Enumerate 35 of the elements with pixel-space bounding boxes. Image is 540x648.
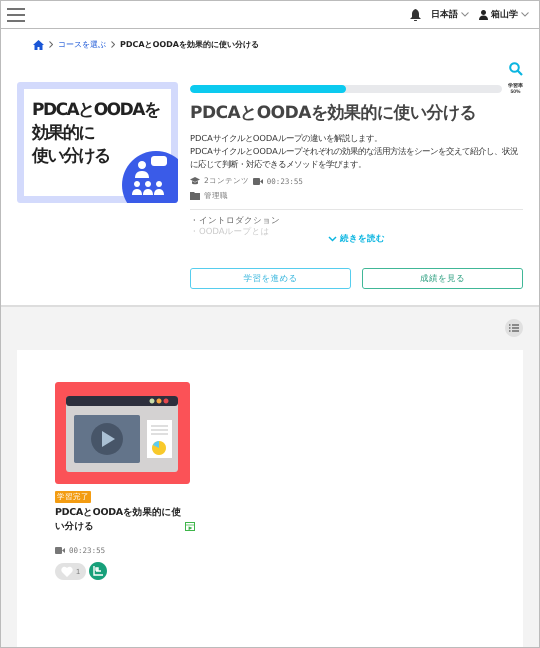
breadcrumb-current: PDCAとOODAを効果的に使い分ける: [120, 39, 259, 50]
read-more-link[interactable]: 続きを読む: [322, 232, 391, 246]
content-title: PDCAとOODAを効果的に使い分ける: [55, 506, 182, 534]
course-description: PDCAサイクルとOODAループの違いを解説します。: [190, 132, 383, 145]
list-view-button[interactable]: [505, 319, 523, 337]
video-player-drawing[interactable]: [55, 382, 190, 484]
folder-icon: [190, 192, 200, 200]
user-menu[interactable]: 箱山学: [479, 8, 529, 21]
action-button[interactable]: 成績を見る: [362, 268, 523, 289]
breadcrumb-link[interactable]: コースを選ぶ: [58, 39, 106, 50]
thumbnail-text: 使い分ける: [32, 145, 110, 168]
stats-button[interactable]: [89, 562, 108, 580]
video-camera-icon: [55, 547, 65, 554]
bell-icon[interactable]: [410, 8, 421, 20]
chevron-down-icon: [328, 236, 337, 242]
course-title: PDCAとOODAを効果的に使い分ける: [190, 102, 477, 124]
person-icon: [479, 10, 488, 20]
video-camera-icon: [252, 178, 263, 184]
thumbnail-text: 効果的に: [32, 122, 96, 145]
chevron-right-icon: [49, 41, 53, 48]
thumbnail-text: PDCAとOODAを: [32, 99, 161, 122]
language-dropdown[interactable]: 日本語: [431, 8, 469, 21]
action-button[interactable]: 学習を進める: [190, 268, 351, 289]
home-icon[interactable]: [33, 40, 44, 50]
video-clip-icon: [185, 522, 195, 531]
heart-icon: [61, 566, 73, 576]
outline-item: ・イントロダクション: [190, 216, 281, 226]
list-icon: [509, 324, 519, 332]
menu-icon[interactable]: [7, 8, 25, 22]
chart-icon: [93, 566, 104, 576]
chevron-down-icon: [521, 12, 529, 17]
graduation-cap-icon: [190, 177, 200, 185]
course-description: PDCAサイクルとOODAループそれぞれの効果的な活用方法をシーンを交えて紹介し、状況に応じて判断・対応できるメソッドを学びます。: [190, 145, 519, 171]
chevron-right-icon: [111, 41, 115, 48]
chevron-down-icon: [461, 12, 469, 17]
